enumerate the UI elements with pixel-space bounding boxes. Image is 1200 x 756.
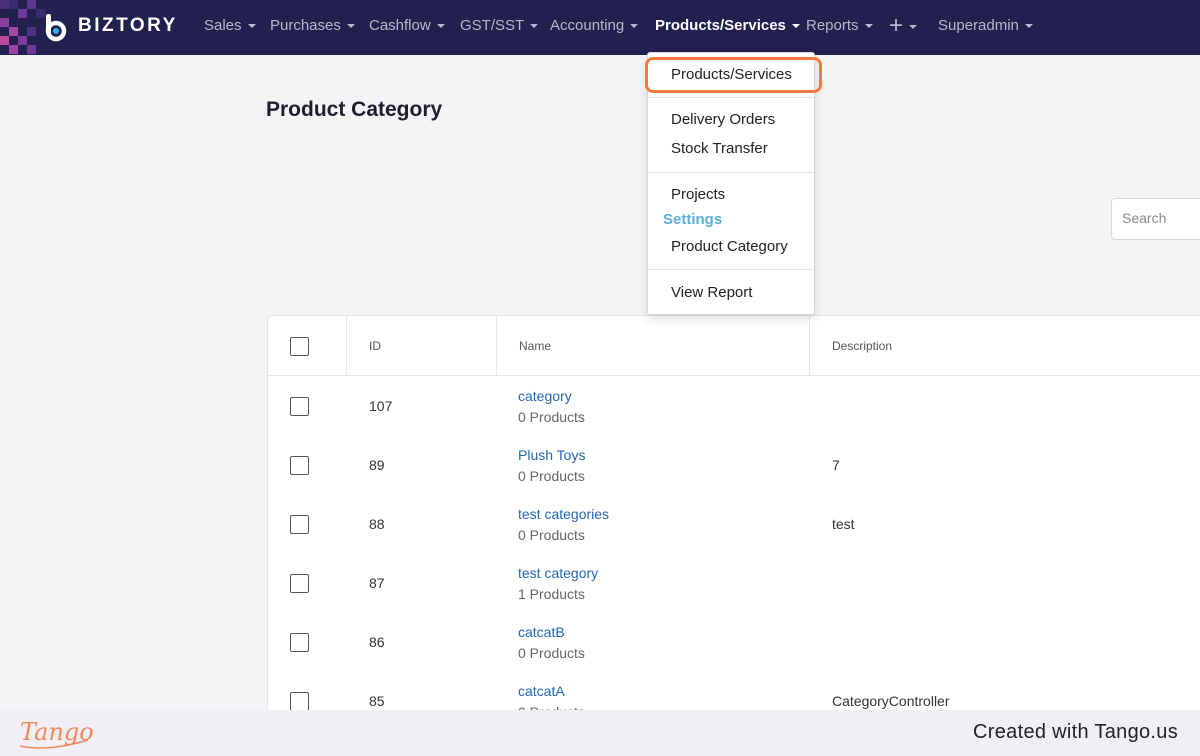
nav-purchases[interactable]: Purchases bbox=[270, 17, 355, 34]
cell-description: 7 bbox=[832, 457, 840, 473]
menu-item-projects[interactable]: Projects bbox=[671, 186, 725, 203]
row-checkbox[interactable] bbox=[290, 574, 309, 593]
biztory-logo-icon[interactable] bbox=[40, 12, 70, 42]
row-checkbox[interactable] bbox=[290, 633, 309, 652]
caret-down-icon bbox=[530, 24, 539, 29]
menu-item-product-category[interactable]: Product Category bbox=[671, 238, 788, 255]
caret-down-icon bbox=[864, 24, 873, 29]
cell-product-count: 0 Products bbox=[518, 468, 585, 484]
cell-id: 89 bbox=[369, 457, 385, 473]
table-row: 87 test category 1 Products bbox=[268, 553, 1200, 612]
category-name-link[interactable]: Plush Toys bbox=[518, 447, 585, 463]
caret-down-icon bbox=[1024, 24, 1033, 29]
search-input[interactable]: Search bbox=[1111, 198, 1200, 240]
cell-description: test bbox=[832, 516, 855, 532]
created-with-tango-text: Created with Tango.us bbox=[973, 721, 1178, 743]
menu-divider bbox=[648, 97, 814, 98]
menu-item-delivery-orders[interactable]: Delivery Orders bbox=[671, 111, 775, 128]
category-name-link[interactable]: test categories bbox=[518, 506, 609, 522]
select-all-checkbox[interactable] bbox=[290, 337, 309, 356]
page-title: Product Category bbox=[266, 98, 443, 121]
tango-footer: Tango Created with Tango.us bbox=[0, 710, 1200, 756]
table-row: 88 test categories 0 Products test bbox=[268, 494, 1200, 553]
nav-gst-sst[interactable]: GST/SST bbox=[460, 17, 539, 34]
column-header-description[interactable]: Description bbox=[809, 316, 1200, 376]
category-name-link[interactable]: test category bbox=[518, 565, 598, 581]
menu-item-stock-transfer[interactable]: Stock Transfer bbox=[671, 140, 768, 157]
brand-name[interactable]: BIZTORY bbox=[78, 15, 178, 37]
menu-section-settings: Settings bbox=[663, 211, 723, 228]
row-checkbox[interactable] bbox=[290, 456, 309, 475]
cell-product-count: 1 Products bbox=[518, 586, 585, 602]
nav-reports[interactable]: Reports bbox=[806, 17, 873, 34]
row-checkbox[interactable] bbox=[290, 692, 309, 711]
nav-sales[interactable]: Sales bbox=[204, 17, 256, 34]
cell-product-count: 0 Products bbox=[518, 527, 585, 543]
cell-id: 87 bbox=[369, 575, 385, 591]
caret-down-icon bbox=[346, 24, 355, 29]
category-table: ID Name Description 107 category 0 Produ… bbox=[267, 315, 1200, 735]
column-header-id[interactable]: ID bbox=[346, 316, 496, 376]
tango-swoosh-icon bbox=[19, 739, 89, 749]
category-name-link[interactable]: catcatA bbox=[518, 683, 565, 699]
category-name-link[interactable]: catcatB bbox=[518, 624, 565, 640]
menu-divider bbox=[648, 172, 814, 173]
table-header: ID Name Description bbox=[268, 316, 1200, 376]
cell-id: 107 bbox=[369, 398, 393, 414]
caret-down-icon bbox=[247, 24, 256, 29]
row-checkbox[interactable] bbox=[290, 397, 309, 416]
cell-product-count: 0 Products bbox=[518, 645, 585, 661]
click-highlight-box bbox=[645, 57, 822, 93]
nav-add[interactable]: + bbox=[889, 12, 918, 40]
caret-down-icon bbox=[791, 24, 800, 29]
table-row: 89 Plush Toys 0 Products 7 bbox=[268, 435, 1200, 494]
cell-id: 85 bbox=[369, 693, 385, 709]
category-name-link[interactable]: category bbox=[518, 388, 572, 404]
table-row: 86 catcatB 0 Products bbox=[268, 612, 1200, 671]
plus-icon: + bbox=[889, 12, 904, 39]
nav-products-services[interactable]: Products/Services bbox=[655, 17, 800, 34]
cell-description: CategoryController bbox=[832, 693, 950, 709]
table-row: 107 category 0 Products bbox=[268, 376, 1200, 435]
caret-down-icon bbox=[909, 24, 918, 29]
cell-id: 86 bbox=[369, 634, 385, 650]
row-checkbox[interactable] bbox=[290, 515, 309, 534]
top-navbar: BIZTORY Sales Purchases Cashflow GST/SST… bbox=[0, 0, 1200, 55]
caret-down-icon bbox=[630, 24, 639, 29]
menu-divider bbox=[648, 269, 814, 270]
header-checkbox-cell bbox=[268, 316, 346, 376]
nav-accounting[interactable]: Accounting bbox=[550, 17, 639, 34]
caret-down-icon bbox=[436, 24, 445, 29]
menu-item-view-report[interactable]: View Report bbox=[671, 284, 752, 301]
nav-cashflow[interactable]: Cashflow bbox=[369, 17, 445, 34]
cell-id: 88 bbox=[369, 516, 385, 532]
cell-product-count: 0 Products bbox=[518, 409, 585, 425]
column-header-name[interactable]: Name bbox=[496, 316, 809, 376]
nav-superadmin[interactable]: Superadmin bbox=[938, 17, 1033, 34]
